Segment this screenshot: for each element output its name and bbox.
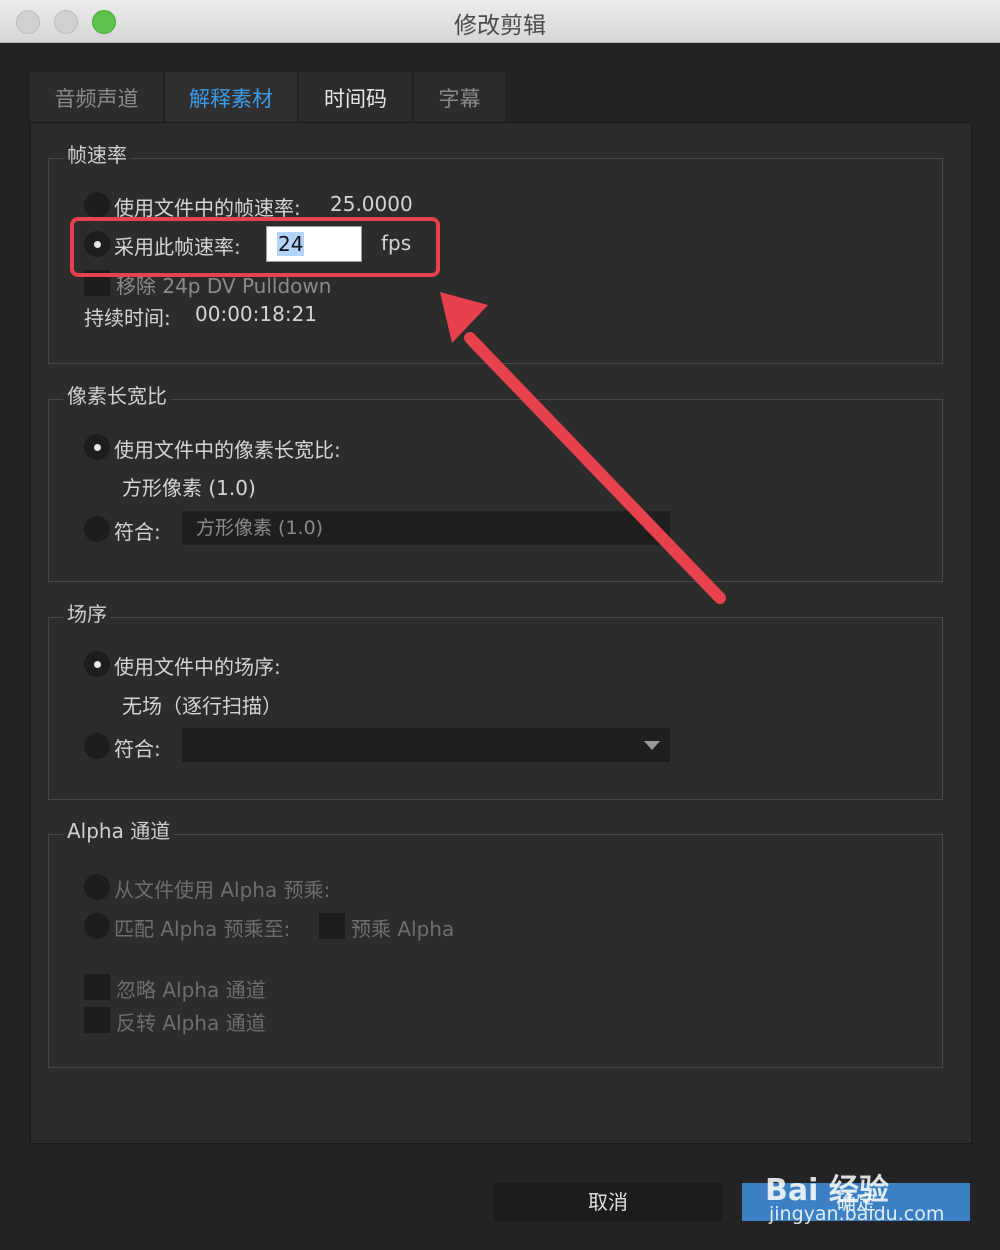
watermark: Bai 经验 jingyan.baidu.com [765, 1160, 965, 1230]
cancel-button[interactable]: 取消 [494, 1183, 722, 1221]
watermark-sub: jingyan.baidu.com [769, 1203, 945, 1225]
annotation-arrow-icon [440, 292, 726, 604]
